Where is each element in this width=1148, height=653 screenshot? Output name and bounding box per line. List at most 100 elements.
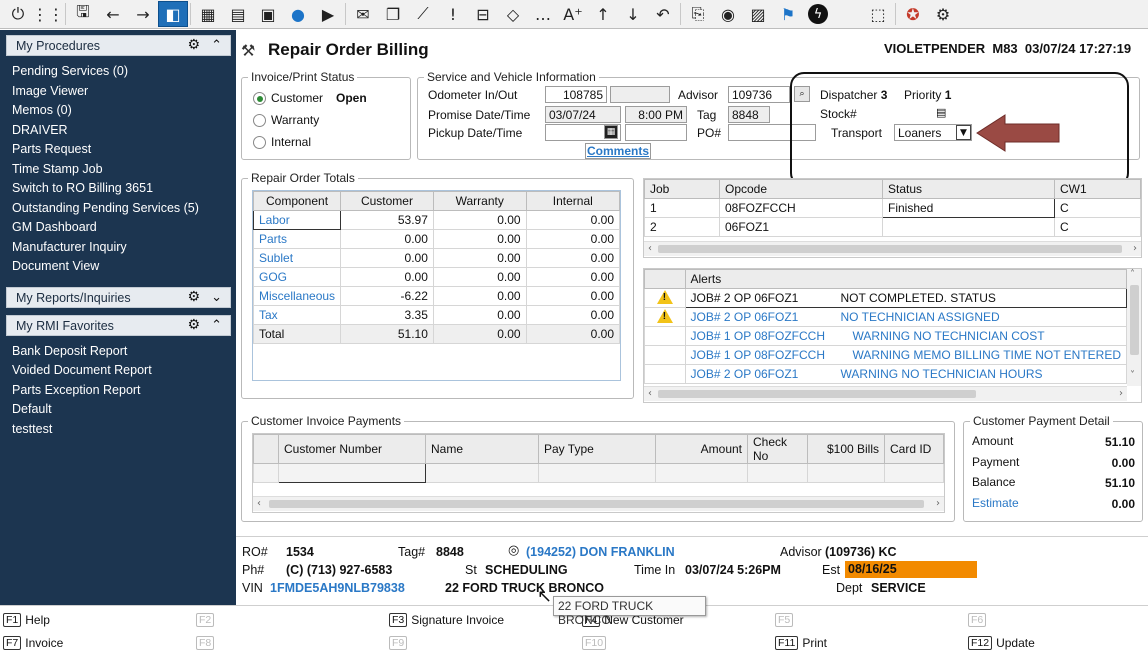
chat-icon[interactable]: … [528, 1, 558, 27]
procedures-header[interactable]: My Procedures ⚙ ⌃ [6, 35, 231, 56]
amount-cell[interactable] [655, 463, 748, 483]
f12-update-button[interactable]: F12 Update [968, 636, 1035, 650]
gear-icon[interactable]: ⚙ [187, 289, 200, 305]
sidebar-toggle-icon[interactable]: ◧ [158, 1, 188, 27]
apps-grid-icon[interactable]: ⋮⋮ [32, 1, 64, 27]
scroll-up-icon[interactable]: ˄ [1130, 269, 1135, 280]
open-mail-icon[interactable]: ◇ [498, 1, 528, 27]
pickup-time-field[interactable] [625, 124, 687, 141]
promise-date-field[interactable]: 03/07/24 [545, 106, 621, 123]
component-cell[interactable]: Tax [252, 305, 342, 325]
tag-field[interactable]: 8848 [728, 106, 770, 123]
advisor-field[interactable]: 109736 [728, 86, 790, 103]
scroll-left-icon[interactable]: ‹ [257, 498, 261, 509]
vehicle-value[interactable]: 22 FORD TRUCK BRONCO [445, 581, 604, 595]
sidebar-item-voided-document[interactable]: Voided Document Report [12, 363, 152, 377]
pay-type-cell[interactable] [538, 463, 656, 483]
calendar-icon[interactable]: ▤ [223, 1, 253, 27]
scroll-down-icon[interactable]: ˅ [1130, 370, 1135, 381]
scroll-right-icon[interactable]: › [936, 498, 940, 509]
sidebar-item-testtest[interactable]: testtest [12, 422, 52, 436]
inbox-icon[interactable]: ⊟ [468, 1, 498, 27]
sidebar-item-time-stamp-job[interactable]: Time Stamp Job [12, 162, 103, 176]
component-cell[interactable]: GOG [252, 267, 342, 287]
scroll-thumb[interactable] [658, 245, 1122, 253]
chart-icon[interactable]: ⟋ [408, 1, 438, 27]
check-no-cell[interactable] [747, 463, 808, 483]
odometer-out-field[interactable] [610, 86, 670, 103]
favorites-header[interactable]: My RMI Favorites ⚙ ⌃ [6, 315, 231, 336]
table-row[interactable]: 2 06FOZ1 C [644, 217, 1141, 237]
bills-cell[interactable] [807, 463, 885, 483]
person-icon[interactable]: ● [283, 1, 313, 27]
forward-arrow-icon[interactable]: → [128, 1, 158, 27]
alerts-hscroll[interactable]: ‹ › [644, 386, 1127, 401]
clipboard-icon[interactable]: ⎘ [683, 1, 713, 27]
sidebar-item-default[interactable]: Default [12, 402, 52, 416]
gear-icon[interactable]: ⚙ [187, 37, 200, 53]
sidebar-item-memos[interactable]: Memos (0) [12, 103, 72, 117]
card-id-cell[interactable] [884, 463, 944, 483]
scroll-left-icon[interactable]: ‹ [648, 243, 652, 254]
radio-warranty[interactable] [253, 114, 266, 127]
font-size-icon[interactable]: A⁺ [558, 1, 588, 27]
table-row[interactable]: JOB# 2 OP 06FOZ1 NOT COMPLETED. STATUS [644, 288, 1128, 308]
scroll-right-icon[interactable]: › [1133, 243, 1137, 254]
status-cell[interactable]: Finished [882, 198, 1055, 218]
play-icon[interactable]: ▶ [313, 1, 343, 27]
copy-icon[interactable]: ❐ [378, 1, 408, 27]
promise-time-field[interactable]: 8:00 PM [625, 106, 687, 123]
scroll-thumb[interactable] [1130, 285, 1139, 355]
image-icon[interactable]: ▨ [743, 1, 773, 27]
jobs-hscroll[interactable]: ‹ › [644, 241, 1141, 256]
status-cell[interactable] [882, 217, 1055, 237]
sidebar-item-pending-services[interactable]: Pending Services (0) [12, 64, 128, 78]
save-icon[interactable]: 🖫 [68, 1, 98, 27]
sidebar-item-manufacturer-inquiry[interactable]: Manufacturer Inquiry [12, 240, 127, 254]
award-icon[interactable]: ✪ [898, 1, 928, 27]
radio-internal[interactable] [253, 136, 266, 149]
component-cell[interactable]: Miscellaneous [252, 286, 342, 306]
vin-link[interactable]: 1FMDE5AH9NLB79838 [270, 581, 405, 595]
customer-info-icon[interactable]: ◎ [508, 543, 519, 558]
f1-help-button[interactable]: F1 Help [3, 613, 50, 627]
f3-signature-invoice-button[interactable]: F3 Signature Invoice [389, 613, 504, 627]
calculator-icon[interactable]: ▦ [193, 1, 223, 27]
expand-icon[interactable]: ⌄ [211, 290, 222, 305]
sidebar-item-draiver[interactable]: DRAIVER [12, 123, 68, 137]
sidebar-item-gm-dashboard[interactable]: GM Dashboard [12, 220, 97, 234]
component-cell[interactable]: Sublet [252, 248, 342, 268]
component-cell[interactable]: Parts [252, 229, 342, 249]
sidebar-item-switch-ro-billing[interactable]: Switch to RO Billing 3651 [12, 181, 153, 195]
sidebar-item-outstanding-pending[interactable]: Outstanding Pending Services (5) [12, 201, 199, 215]
send-mail-icon[interactable]: ✉ [348, 1, 378, 27]
payments-hscroll[interactable]: ‹ › [253, 496, 944, 511]
camera-icon[interactable]: ◉ [713, 1, 743, 27]
sidebar-item-image-viewer[interactable]: Image Viewer [12, 84, 88, 98]
dragon-icon[interactable]: ⚑ [773, 1, 803, 27]
back-arrow-icon[interactable]: ← [98, 1, 128, 27]
comments-link[interactable]: Comments [585, 143, 652, 159]
scroll-thumb[interactable] [658, 390, 976, 398]
sidebar-item-parts-exception[interactable]: Parts Exception Report [12, 383, 141, 397]
down-arrow-icon[interactable]: ↓ [618, 1, 648, 27]
cube-icon[interactable]: ⬚ [863, 1, 893, 27]
radio-customer[interactable] [253, 92, 266, 105]
scroll-left-icon[interactable]: ‹ [648, 388, 652, 399]
estimate-link[interactable]: Estimate [972, 496, 1019, 510]
customer-number-cell[interactable] [278, 463, 426, 483]
alerts-vscroll[interactable]: ˄ ˅ [1127, 269, 1141, 386]
calendar-icon[interactable]: ▦ [604, 125, 618, 139]
table-row[interactable]: 1 08FOZFCCH Finished C [644, 198, 1141, 218]
scroll-right-icon[interactable]: › [1119, 388, 1123, 399]
lightning-icon[interactable]: ϟ [803, 1, 833, 27]
odometer-in-field[interactable]: 108785 [545, 86, 607, 103]
reports-header[interactable]: My Reports/Inquiries ⚙ ⌄ [6, 287, 231, 308]
table-row[interactable]: JOB# 1 OP 08FOZFCCH WARNING NO TECHNICIAN… [644, 326, 1128, 346]
f11-print-button[interactable]: F11 Print [775, 636, 827, 650]
name-cell[interactable] [425, 463, 539, 483]
f7-invoice-button[interactable]: F7 Invoice [3, 636, 63, 650]
undo-icon[interactable]: ↶ [648, 1, 678, 27]
scroll-thumb[interactable] [269, 500, 924, 508]
up-arrow-icon[interactable]: ↑ [588, 1, 618, 27]
